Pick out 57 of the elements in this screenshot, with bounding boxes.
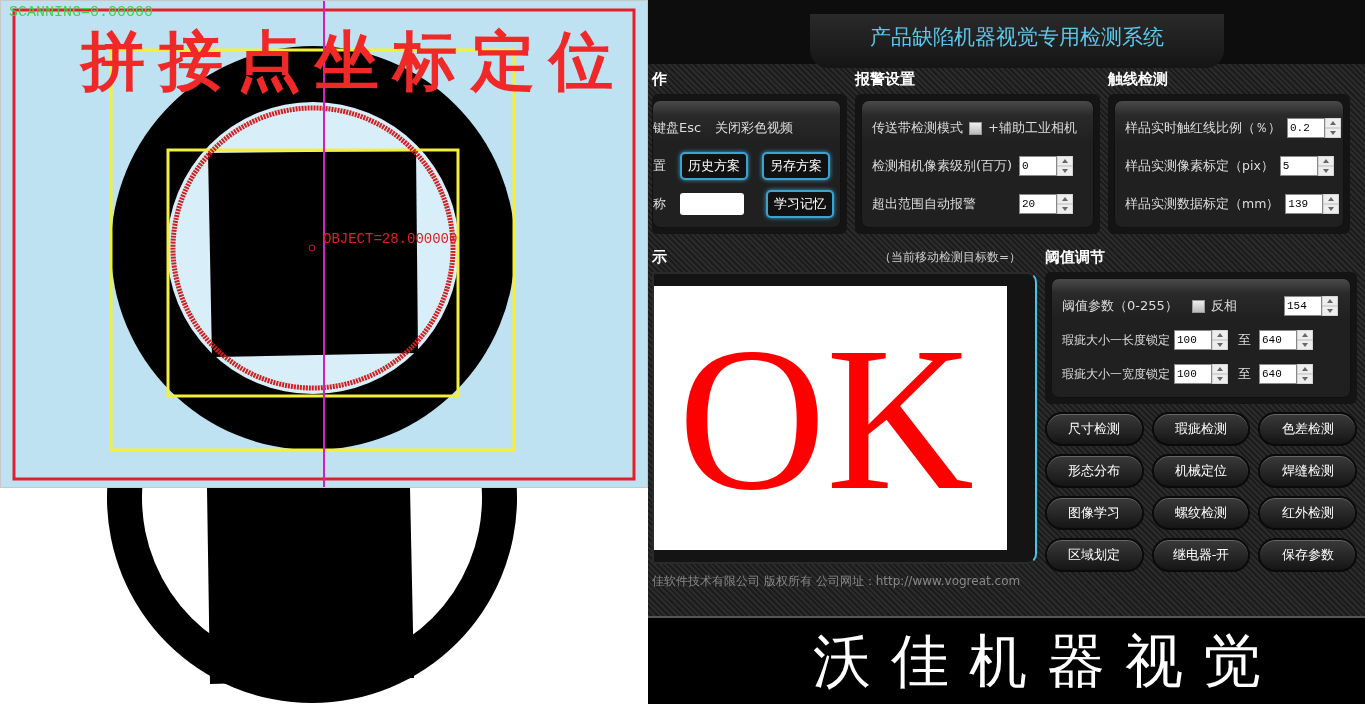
number-input-field[interactable]: 0.2 [1287, 118, 1325, 138]
checkbox-label: 反相 [1210, 297, 1237, 316]
field-label: 阈值参数（0-255） [1062, 297, 1178, 316]
field-label: 样品实测数据标定（mm） [1125, 194, 1280, 213]
checkbox[interactable] [1191, 299, 1205, 313]
number-input-field[interactable]: 640 [1259, 330, 1297, 350]
field-label: 称 [653, 195, 666, 214]
hint-text: 键盘Esc [653, 119, 702, 138]
function-button[interactable]: 保存参数 [1258, 538, 1357, 572]
number-input-field[interactable]: 640 [1259, 364, 1297, 384]
target-count-text: （当前移动检测目标数=） [878, 249, 1022, 266]
result-text: OK [678, 315, 975, 521]
scheme-button[interactable]: 另存方案 [762, 152, 830, 180]
range-separator-text: 至 [1238, 331, 1251, 350]
function-button[interactable]: 图像学习 [1045, 496, 1144, 530]
function-button[interactable]: 区域划定 [1045, 538, 1144, 572]
copyright-text: 佳软件技术有限公司 版权所有 公司网址：http://www.vogreat.com [652, 573, 1022, 590]
function-button[interactable]: 焊缝检测 [1258, 454, 1357, 488]
function-button[interactable]: 红外检测 [1258, 496, 1357, 530]
field-label: 传送带检测模式 [872, 119, 963, 138]
checkbox[interactable] [969, 121, 982, 135]
section-heading: 阈值调节 [1045, 246, 1106, 268]
section-heading: 示 [652, 246, 667, 268]
function-button[interactable]: 尺寸检测 [1045, 412, 1144, 446]
name-input-field[interactable] [680, 193, 744, 215]
number-input-field[interactable]: 139 [1285, 194, 1324, 214]
function-button[interactable]: 形态分布 [1045, 454, 1144, 488]
function-button[interactable]: 继电器-开 [1151, 538, 1251, 572]
number-input-field[interactable]: 20 [1019, 194, 1057, 214]
spinner-arrows-icon[interactable] [1323, 194, 1340, 214]
function-button[interactable]: 螺纹检测 [1151, 496, 1251, 530]
brand-banner-text: 沃佳机器视觉 [812, 626, 1281, 697]
section-heading: 报警设置 [855, 68, 916, 90]
number-input-field[interactable]: 0 [1019, 156, 1057, 176]
number-input-field[interactable]: 100 [1174, 330, 1212, 350]
hint-text: 关闭彩色视频 [715, 119, 794, 138]
field-label: 置 [653, 157, 666, 176]
section-heading: 触线检测 [1108, 68, 1169, 90]
field-label: 超出范围自动报警 [872, 195, 976, 214]
field-label: 样品实测像素标定（pix） [1125, 156, 1274, 175]
field-label: 样品实时触红线比例（％） [1125, 118, 1281, 137]
range-separator-text: 至 [1238, 365, 1251, 384]
learn-button[interactable]: 学习记忆 [766, 190, 834, 218]
checkbox-label: +辅助工业相机 [988, 119, 1077, 138]
field-label: 检测相机像素级别(百万) [872, 157, 1013, 176]
app-title: 产品缺陷机器视觉专用检测系统 [809, 14, 1224, 68]
field-label: 瑕疵大小一长度锁定 [1062, 332, 1170, 349]
number-input-field[interactable]: 154 [1284, 296, 1322, 316]
function-button[interactable]: 瑕疵检测 [1151, 412, 1251, 446]
number-input-field[interactable]: 5 [1279, 156, 1318, 176]
section-heading: 作 [652, 68, 668, 90]
center-point-icon [308, 244, 316, 252]
field-label: 瑕疵大小一宽度锁定 [1062, 366, 1170, 383]
number-input-field[interactable]: 100 [1174, 364, 1212, 384]
scheme-button[interactable]: 历史方案 [680, 152, 748, 180]
function-button[interactable]: 机械定位 [1151, 454, 1251, 488]
function-button[interactable]: 色差检测 [1258, 412, 1357, 446]
